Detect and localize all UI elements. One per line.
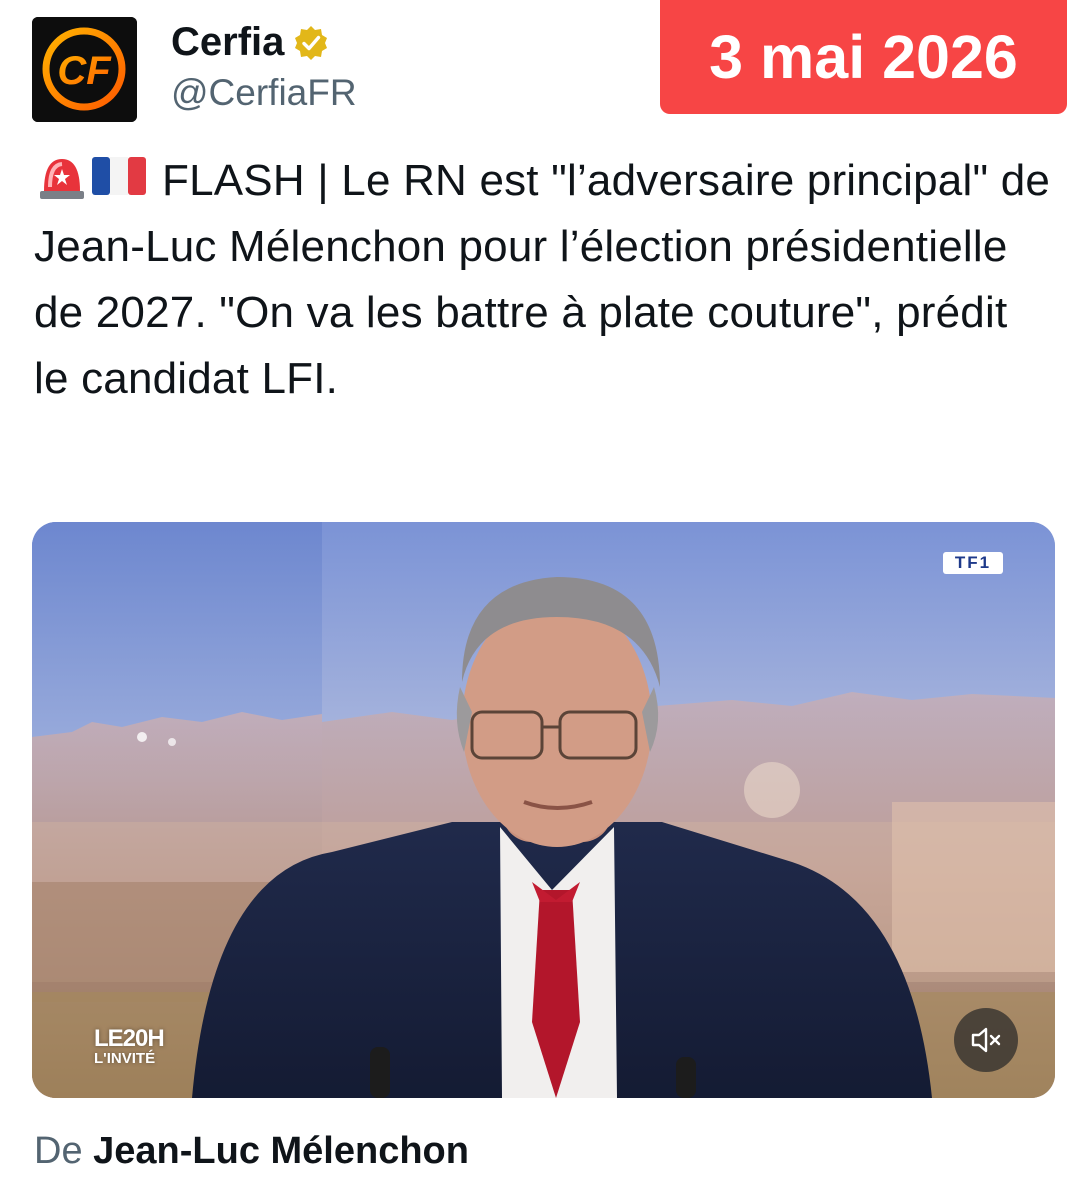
video-media[interactable]: TF1 LE20H L'INVITÉ [32, 522, 1055, 1098]
show-logo-line1: LE20H [94, 1025, 165, 1052]
avatar[interactable]: CF [32, 17, 137, 122]
author-handle[interactable]: @CerfiaFR [171, 72, 357, 114]
mute-button[interactable] [954, 1008, 1018, 1072]
cerfia-logo: CF [32, 17, 137, 122]
author-name-row: Cerfia [171, 20, 330, 65]
tf1-logo: TF1 [943, 552, 1003, 574]
media-attribution: De Jean-Luc Mélenchon [34, 1130, 469, 1173]
author-name[interactable]: Cerfia [171, 20, 284, 65]
post-text: FLASH | Le RN est "l’adversaire principa… [34, 148, 1054, 412]
post-leading-icons [34, 151, 150, 201]
post-body: FLASH | Le RN est "l’adversaire principa… [34, 156, 1051, 403]
date-badge: 3 mai 2026 [660, 0, 1067, 114]
attribution-prefix: De [34, 1130, 83, 1172]
show-logo: LE20H L'INVITÉ [94, 1025, 165, 1067]
avatar-letters: CF [57, 49, 112, 93]
siren-icon [40, 159, 84, 199]
show-logo-line2: L'INVITÉ [94, 1050, 156, 1067]
speaker-muted-icon [971, 1027, 1001, 1053]
verified-badge-icon [292, 24, 330, 62]
attribution-name[interactable]: Jean-Luc Mélenchon [93, 1130, 469, 1172]
video-frame-image [32, 522, 1055, 1098]
france-flag-icon [92, 157, 146, 195]
